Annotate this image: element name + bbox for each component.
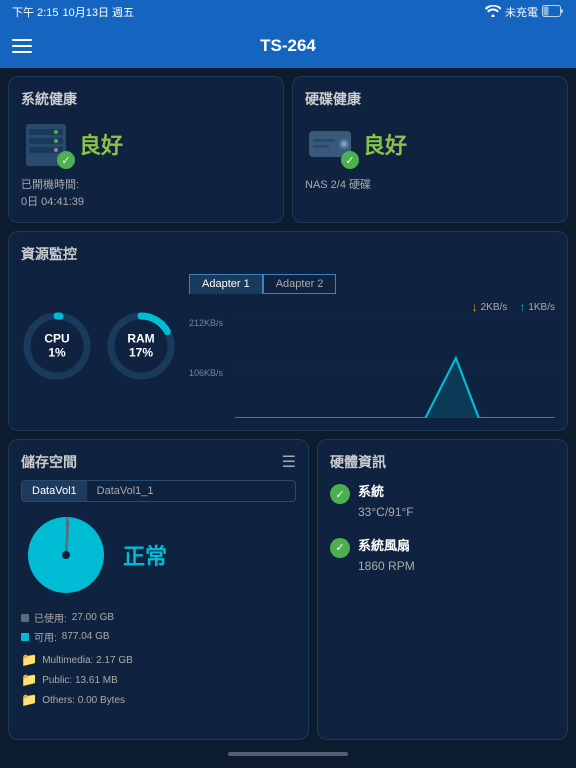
- wifi-icon: [485, 5, 501, 20]
- hdd-health-title: 硬碟健康: [305, 89, 555, 109]
- resource-inner: CPU 1% RAM: [21, 274, 555, 418]
- folder-icon-1: 📁: [21, 652, 37, 668]
- temp-check-icon: ✓: [330, 484, 350, 504]
- folder-public: 📁 Public: 13.61 MB: [21, 672, 296, 688]
- folder-icon-3: 📁: [21, 692, 37, 708]
- battery-icon: [542, 5, 564, 20]
- storage-tab2[interactable]: DataVol1_1: [87, 481, 164, 501]
- hardware-title: 硬體資訊: [330, 452, 555, 472]
- storage-header: 儲存空間 ☰: [21, 452, 296, 472]
- chart-labels: 212KB/s 106KB/s: [189, 318, 225, 418]
- system-health-title: 系統健康: [21, 89, 271, 109]
- network-chart: 212KB/s 106KB/s: [189, 318, 555, 418]
- folder-multimedia: 📁 Multimedia: 2.17 GB: [21, 652, 296, 668]
- hardware-card: 硬體資訊 ✓ 系統 33°C/91°F ✓ 系統風扇 1860 RPM: [317, 439, 568, 740]
- ram-gauge: RAM 17%: [105, 310, 177, 382]
- hdd-health-check: ✓: [341, 151, 359, 169]
- status-bar: 下午 2:15 10月13日 週五 未充電: [0, 0, 576, 24]
- cpu-gauge-circle: CPU 1%: [21, 310, 93, 382]
- upload-arrow-icon: ↑: [519, 300, 525, 314]
- used-legend-row: 已使用: 27.00 GB: [21, 610, 296, 625]
- storage-pie-chart: [21, 510, 111, 600]
- network-section: Adapter 1 Adapter 2 ↓ 2KB/s ↑ 1KB/s 212: [189, 274, 555, 418]
- gauge-row: CPU 1% RAM: [21, 310, 177, 382]
- battery-label: 未充電: [505, 4, 538, 20]
- temp-info: 系統 33°C/91°F: [358, 482, 414, 522]
- folder-icon-2: 📁: [21, 672, 37, 688]
- download-arrow-icon: ↓: [472, 300, 478, 314]
- fan-item: ✓ 系統風扇 1860 RPM: [330, 536, 555, 576]
- fan-info: 系統風扇 1860 RPM: [358, 536, 415, 576]
- network-legend: ↓ 2KB/s ↑ 1KB/s: [189, 300, 555, 314]
- gauges: CPU 1% RAM: [21, 274, 177, 418]
- upload-legend: ↑ 1KB/s: [519, 300, 555, 314]
- time: 下午 2:15: [12, 4, 58, 20]
- adapter2-tab[interactable]: Adapter 2: [263, 274, 337, 294]
- status-right: 未充電: [485, 4, 564, 20]
- system-uptime: 已開機時間: 0日 04:41:39: [21, 177, 271, 210]
- storage-legend: 已使用: 27.00 GB 可用: 877.04 GB: [21, 610, 296, 644]
- scroll-indicator: [228, 752, 348, 756]
- adapter-tabs: Adapter 1 Adapter 2: [189, 274, 555, 294]
- system-health-status: 良好: [79, 128, 123, 160]
- resource-card: 資源監控 CPU 1%: [8, 231, 568, 431]
- nav-title: TS-264: [260, 36, 316, 56]
- pie-row: 正常: [21, 510, 296, 600]
- menu-button[interactable]: [12, 39, 32, 53]
- cpu-gauge: CPU 1%: [21, 310, 93, 382]
- system-health-card: 系統健康 ✓ 良好 已開機時間:: [8, 76, 284, 223]
- list-icon: ☰: [282, 452, 296, 472]
- main-content: 系統健康 ✓ 良好 已開機時間:: [0, 68, 576, 768]
- date: 10月13日 週五: [62, 4, 134, 20]
- storage-title: 儲存空間: [21, 452, 77, 472]
- storage-tab1[interactable]: DataVol1: [22, 481, 87, 501]
- hdd-drives-info: NAS 2/4 硬碟: [305, 177, 555, 194]
- avail-dot: [21, 633, 29, 641]
- hdd-health-icon-row: ✓ 良好: [305, 119, 555, 169]
- system-health-check: ✓: [57, 151, 75, 169]
- used-dot: [21, 614, 29, 622]
- folder-list: 📁 Multimedia: 2.17 GB 📁 Public: 13.61 MB…: [21, 652, 296, 708]
- health-row: 系統健康 ✓ 良好 已開機時間:: [8, 76, 568, 223]
- adapter1-tab[interactable]: Adapter 1: [189, 274, 263, 294]
- fan-check-icon: ✓: [330, 538, 350, 558]
- temp-item: ✓ 系統 33°C/91°F: [330, 482, 555, 522]
- cpu-label: CPU 1%: [44, 332, 69, 361]
- storage-tabs: DataVol1 DataVol1_1: [21, 480, 296, 502]
- bottom-row: 儲存空間 ☰ DataVol1 DataVol1_1: [8, 439, 568, 740]
- storage-card: 儲存空間 ☰ DataVol1 DataVol1_1: [8, 439, 309, 740]
- ram-label: RAM 17%: [127, 332, 154, 361]
- ram-gauge-circle: RAM 17%: [105, 310, 177, 382]
- system-health-icon-row: ✓ 良好: [21, 119, 271, 169]
- download-legend: ↓ 2KB/s: [472, 300, 508, 314]
- folder-others: 📁 Others: 0.00 Bytes: [21, 692, 296, 708]
- hdd-health-status: 良好: [363, 128, 407, 160]
- hdd-icon: ✓: [305, 119, 355, 169]
- top-nav: TS-264: [0, 24, 576, 68]
- storage-status: 正常: [123, 539, 167, 571]
- status-left: 下午 2:15 10月13日 週五: [12, 4, 134, 20]
- avail-legend-row: 可用: 877.04 GB: [21, 629, 296, 644]
- nas-icon: ✓: [21, 119, 71, 169]
- hdd-health-card: 硬碟健康 ✓ 良好 NAS 2/4 硬碟: [292, 76, 568, 223]
- resource-title: 資源監控: [21, 244, 555, 264]
